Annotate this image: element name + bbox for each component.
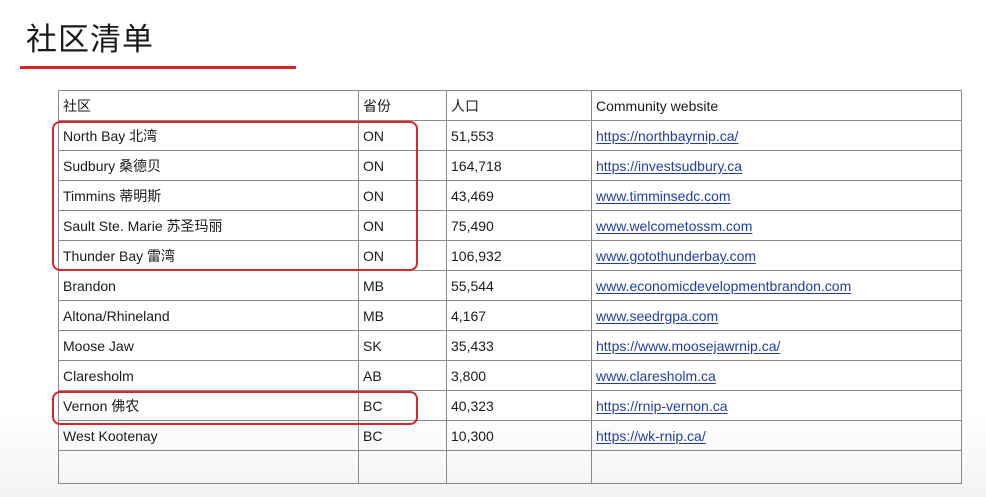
header-province: 省份 [358, 90, 447, 121]
website-cell: https://www.moosejawrnip.ca/ [591, 330, 962, 361]
slide-title: 社区清单 [26, 22, 154, 58]
table-row: Altona/Rhineland MB 4,167 www.seedrgpa.c… [58, 300, 962, 331]
province-cell: MB [358, 300, 447, 331]
community-cell: West Kootenay [58, 420, 359, 451]
population-cell: 10,300 [446, 420, 592, 451]
table-header-row: 社区 省份 人口 Community website [58, 90, 962, 121]
website-link[interactable]: www.timminsedc.com [596, 188, 731, 204]
website-cell: www.timminsedc.com [591, 180, 962, 211]
website-link[interactable]: www.gotothunderbay.com [596, 248, 756, 264]
community-cell: Claresholm [58, 360, 359, 391]
empty-cell [358, 450, 447, 484]
table-row: Claresholm AB 3,800 www.claresholm.ca [58, 360, 962, 391]
website-cell: www.claresholm.ca [591, 360, 962, 391]
population-cell: 40,323 [446, 390, 592, 421]
ontario-highlight-box [52, 121, 418, 271]
website-cell: www.welcometossm.com [591, 210, 962, 241]
population-cell: 55,544 [446, 270, 592, 301]
website-cell: https://northbayrnip.ca/ [591, 120, 962, 151]
table-row: Brandon MB 55,544 www.economicdevelopmen… [58, 270, 962, 301]
website-link[interactable]: www.economicdevelopmentbrandon.com [596, 278, 851, 294]
website-link[interactable]: https://rnip-vernon.ca [596, 398, 728, 414]
website-cell: https://investsudbury.ca [591, 150, 962, 181]
website-cell: https://wk-rnip.ca/ [591, 420, 962, 451]
website-link[interactable]: www.seedrgpa.com [596, 308, 718, 324]
population-cell: 51,553 [446, 120, 592, 151]
community-cell: Moose Jaw [58, 330, 359, 361]
table-row-empty [58, 450, 962, 484]
title-underline [20, 66, 296, 69]
header-community: 社区 [58, 90, 359, 121]
province-cell: MB [358, 270, 447, 301]
community-cell: Brandon [58, 270, 359, 301]
website-link[interactable]: https://northbayrnip.ca/ [596, 128, 738, 144]
province-cell: BC [358, 420, 447, 451]
vernon-highlight-box [52, 391, 418, 425]
population-cell: 75,490 [446, 210, 592, 241]
website-link[interactable]: https://wk-rnip.ca/ [596, 428, 706, 444]
website-link[interactable]: https://www.moosejawrnip.ca/ [596, 338, 780, 354]
table-row: West Kootenay BC 10,300 https://wk-rnip.… [58, 420, 962, 451]
website-link[interactable]: www.claresholm.ca [596, 368, 716, 384]
website-cell: www.gotothunderbay.com [591, 240, 962, 271]
population-cell: 106,932 [446, 240, 592, 271]
empty-cell [446, 450, 592, 484]
community-cell: Altona/Rhineland [58, 300, 359, 331]
website-cell: www.seedrgpa.com [591, 300, 962, 331]
population-cell: 3,800 [446, 360, 592, 391]
province-cell: AB [358, 360, 447, 391]
population-cell: 4,167 [446, 300, 592, 331]
website-cell: www.economicdevelopmentbrandon.com [591, 270, 962, 301]
header-website: Community website [591, 90, 962, 121]
website-cell: https://rnip-vernon.ca [591, 390, 962, 421]
population-cell: 164,718 [446, 150, 592, 181]
province-cell: SK [358, 330, 447, 361]
population-cell: 43,469 [446, 180, 592, 211]
empty-cell [591, 450, 962, 484]
population-cell: 35,433 [446, 330, 592, 361]
website-link[interactable]: https://investsudbury.ca [596, 158, 742, 174]
website-link[interactable]: www.welcometossm.com [596, 218, 752, 234]
table-row: Moose Jaw SK 35,433 https://www.moosejaw… [58, 330, 962, 361]
header-population: 人口 [446, 90, 592, 121]
empty-cell [58, 450, 359, 484]
